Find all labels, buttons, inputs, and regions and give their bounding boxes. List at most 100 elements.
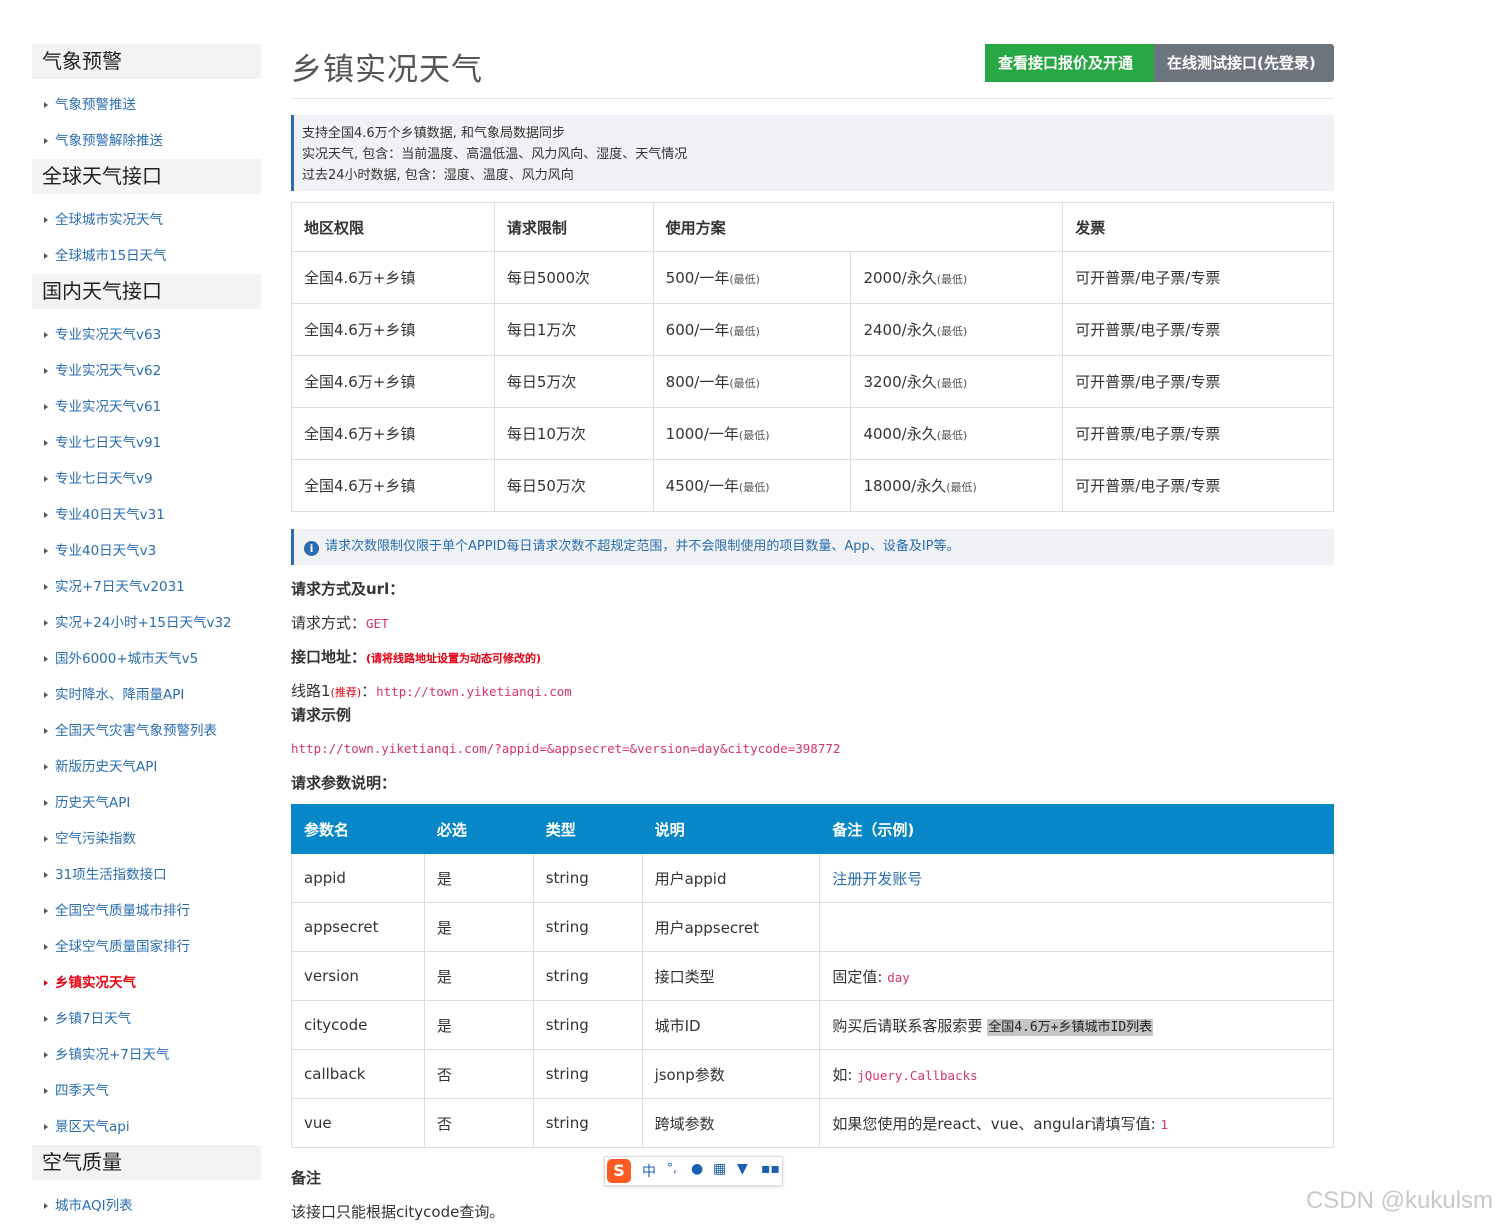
sidebar-item-label: 国外6000+城市天气v5 — [55, 651, 199, 667]
sidebar-item[interactable]: 乡镇实况+7日天气 — [32, 1037, 261, 1073]
sidebar-item-label: 全国空气质量城市排行 — [55, 903, 190, 919]
price-year[interactable]: 500/一年(最低) — [652, 251, 852, 304]
sidebar-nav: 气象预警 气象预警推送 气象预警解除推送 全球天气接口 全球城市实况天气 全球城市15日天… — [32, 44, 261, 1224]
route-label: 线路1 — [291, 682, 331, 700]
intro-line: 实况天气, 包含：当前温度、高温低温、风力风向、湿度、天气情况 — [302, 147, 688, 162]
caret-right-icon — [44, 440, 48, 446]
price-header-plan: 使用方案 — [652, 202, 1064, 252]
price-forever[interactable]: 2000/永久(最低) — [850, 251, 1064, 304]
ime-lang-toggle[interactable]: 中 — [642, 1161, 656, 1181]
price-year[interactable]: 4500/一年(最低) — [652, 459, 852, 512]
sidebar-item[interactable]: 专业实况天气v63 — [32, 317, 261, 353]
caret-right-icon — [44, 908, 48, 914]
price-region: 全国4.6万+乡镇 — [291, 303, 495, 356]
price-row: 全国4.6万+乡镇 每日5000次 500/一年(最低) 2000/永久(最低) 可开普… — [291, 251, 1334, 304]
sidebar-item[interactable]: 四季天气 — [32, 1073, 261, 1109]
sidebar-item[interactable]: 全国空气质量城市排行 — [32, 893, 261, 929]
example-url[interactable]: http://town.yiketianqi.com/?appid=&appse… — [291, 741, 840, 756]
ime-toolbar[interactable]: S 中 °, ● ▦ ▼ ▪▪ — [604, 1156, 783, 1186]
sidebar-item[interactable]: 空气污染指数 — [32, 821, 261, 857]
price-limit: 每日1万次 — [493, 303, 654, 356]
sidebar-item-label: 城市AQI列表 — [55, 1198, 133, 1214]
param-row: version 是 string 接口类型 固定值: day — [291, 951, 1334, 1001]
online-test-button[interactable]: 在线测试接口(先登录) — [1154, 44, 1334, 82]
city-id-list-link[interactable]: 全国4.6万+乡镇城市ID列表 — [987, 1018, 1154, 1036]
note-code: jQuery.Callbacks — [857, 1067, 978, 1083]
price-invoice: 可开普票/电子票/专票 — [1062, 459, 1334, 512]
sidebar-item[interactable]: 全球城市实况天气 — [32, 202, 261, 238]
sogou-logo-icon[interactable]: S — [607, 1159, 631, 1183]
price-year[interactable]: 800/一年(最低) — [652, 355, 852, 408]
price-forever-value: 4000 — [863, 425, 902, 443]
csdn-watermark: CSDN @kukulsm — [1305, 1187, 1493, 1214]
sidebar-item[interactable]: 乡镇实况天气 — [32, 965, 261, 1001]
sidebar-item-label: 专业实况天气v62 — [55, 363, 162, 379]
param-name: callback — [291, 1049, 425, 1099]
sidebar-item[interactable]: 专业七日天气v9 — [32, 461, 261, 497]
keyboard-icon[interactable]: ▦ — [713, 1161, 726, 1177]
price-limit: 每日50万次 — [493, 459, 654, 512]
sidebar-item-label: 景区天气api — [55, 1119, 130, 1135]
param-type: string — [532, 1000, 643, 1050]
caret-right-icon — [44, 1088, 48, 1094]
caret-right-icon — [44, 253, 48, 259]
price-year[interactable]: 1000/一年(最低) — [652, 407, 852, 460]
sidebar-item[interactable]: 专业40日天气v31 — [32, 497, 261, 533]
price-forever[interactable]: 4000/永久(最低) — [850, 407, 1064, 460]
param-header-required: 必选 — [423, 804, 534, 854]
microphone-icon[interactable]: ● — [691, 1161, 703, 1177]
min-tag: (最低) — [738, 481, 770, 494]
sidebar-item[interactable]: 气象预警推送 — [32, 87, 261, 123]
caret-right-icon — [44, 1124, 48, 1130]
sidebar-item-label: 全国天气灾害气象预警列表 — [55, 723, 217, 739]
note-text: 如: — [832, 1065, 858, 1084]
caret-right-icon — [44, 217, 48, 223]
sidebar-item[interactable]: 实况+24小时+15日天气v32 — [32, 605, 261, 641]
view-price-button[interactable]: 查看接口报价及开通 — [985, 44, 1154, 82]
unit-forever: /永久 — [901, 425, 937, 443]
sidebar-item[interactable]: 全国天气灾害气象预警列表 — [32, 713, 261, 749]
skin-icon[interactable]: ▼ — [737, 1161, 748, 1177]
sidebar-item[interactable]: 全球城市15日天气 — [32, 238, 261, 274]
sidebar-item[interactable]: 专业40日天气v3 — [32, 533, 261, 569]
price-invoice: 可开普票/电子票/专票 — [1062, 303, 1334, 356]
price-forever[interactable]: 2400/永久(最低) — [850, 303, 1064, 356]
sidebar-section-title: 国内天气接口 — [32, 274, 261, 309]
sidebar-item[interactable]: 专业实况天气v61 — [32, 389, 261, 425]
sidebar-item[interactable]: 专业七日天气v91 — [32, 425, 261, 461]
caret-right-icon — [44, 980, 48, 986]
route-url[interactable]: http://town.yiketianqi.com — [376, 684, 572, 699]
sidebar-item[interactable]: 气象预警解除推送 — [32, 123, 261, 159]
price-table: 地区权限 请求限制 使用方案 发票 全国4.6万+乡镇 每日5000次 500/一年… — [291, 202, 1334, 512]
sidebar-item[interactable]: 城市AQI列表 — [32, 1188, 261, 1224]
price-forever-value: 3200 — [863, 373, 902, 391]
sidebar-item[interactable]: 景区天气api — [32, 1109, 261, 1145]
caret-right-icon — [44, 1016, 48, 1022]
unit-year: /一年 — [703, 425, 739, 443]
sidebar-item[interactable]: 新版历史天气API — [32, 749, 261, 785]
register-link[interactable]: 注册开发账号 — [832, 870, 922, 888]
sidebar-item[interactable]: 31项生活指数接口 — [32, 857, 261, 893]
sidebar-item[interactable]: 实况+7日天气v2031 — [32, 569, 261, 605]
price-forever[interactable]: 18000/永久(最低) — [850, 459, 1064, 512]
param-name: vue — [291, 1098, 425, 1148]
sidebar-item[interactable]: 专业实况天气v62 — [32, 353, 261, 389]
price-forever[interactable]: 3200/永久(最低) — [850, 355, 1064, 408]
price-year[interactable]: 600/一年(最低) — [652, 303, 852, 356]
min-tag: (最低) — [729, 273, 760, 286]
sidebar-item[interactable]: 历史天气API — [32, 785, 261, 821]
sidebar-item-label: 乡镇7日天气 — [55, 1011, 132, 1027]
toolbox-icon[interactable]: ▪▪ — [761, 1161, 780, 1177]
min-tag: (最低) — [729, 325, 760, 338]
sidebar-item-label: 全球空气质量国家排行 — [55, 939, 190, 955]
route-line-1: 线路1(推荐)：http://town.yiketianqi.com — [291, 680, 572, 701]
punctuation-icon[interactable]: °, — [667, 1161, 677, 1175]
sidebar-item-label: 31项生活指数接口 — [55, 867, 167, 883]
sidebar-item[interactable]: 全球空气质量国家排行 — [32, 929, 261, 965]
param-required: 是 — [423, 1000, 534, 1050]
param-row: appid 是 string 用户appid 注册开发账号 — [291, 853, 1334, 903]
sidebar-item[interactable]: 实时降水、降雨量API — [32, 677, 261, 713]
sidebar-item[interactable]: 国外6000+城市天气v5 — [32, 641, 261, 677]
sidebar-item[interactable]: 乡镇7日天气 — [32, 1001, 261, 1037]
request-heading: 请求方式及url： — [291, 580, 405, 598]
